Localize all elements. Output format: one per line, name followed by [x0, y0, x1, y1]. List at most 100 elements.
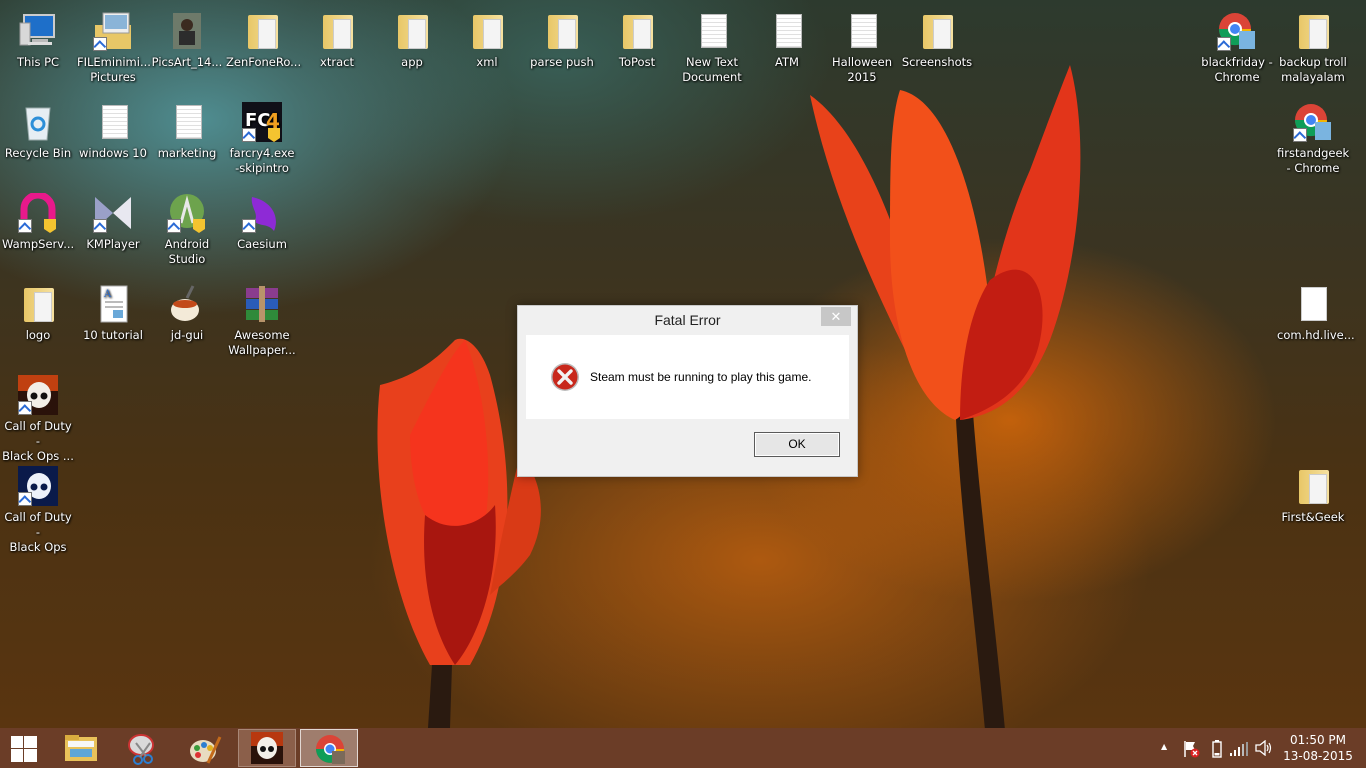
desktop-icon-call-of-duty-black-ops[interactable]: Call of Duty - Black Ops — [0, 460, 76, 555]
desktop-icon-label: Caesium — [237, 237, 287, 251]
desktop-icon-zenfonero[interactable]: ZenFoneRo... — [224, 5, 302, 70]
battery-button[interactable] — [1206, 728, 1228, 768]
desktop-icon-label: KMPlayer — [86, 237, 140, 251]
volume-button[interactable] — [1252, 728, 1276, 768]
desktop-icon-label: xml — [476, 55, 498, 69]
doc-icon: A — [93, 284, 133, 324]
chrome-icon — [316, 735, 345, 764]
shortcut-arrow-icon — [93, 37, 107, 51]
desktop-icon-this-pc[interactable]: This PC — [0, 5, 76, 70]
cod-red-icon — [18, 375, 58, 415]
desktop[interactable]: This PC FILEminimi... Pictures PicsArt_14.… — [0, 0, 1366, 728]
desktop-icon-topost[interactable]: ToPost — [599, 5, 675, 70]
android-icon — [167, 193, 207, 233]
desktop-icon-new-text-document[interactable]: New Text Document — [674, 5, 750, 85]
ok-button[interactable]: OK — [754, 432, 840, 457]
desktop-icon-picsart-14[interactable]: PicsArt_14... — [149, 5, 225, 70]
desktop-icon-label: New Text Document — [682, 55, 742, 84]
java-icon — [167, 284, 207, 324]
error-icon — [551, 363, 579, 391]
desktop-icon-farcry4-exe-skipintro[interactable]: FC 4 farcry4.exe -skipintro — [224, 96, 300, 176]
signal-icon — [1230, 742, 1248, 756]
desktop-icon-wampserv[interactable]: WampServ... — [0, 187, 76, 252]
desktop-icon-label: Screenshots — [901, 55, 973, 69]
desktop-icon-label: marketing — [157, 146, 217, 160]
folder-icon — [392, 11, 432, 51]
rar-icon — [242, 284, 282, 324]
desktop-icon-xtract[interactable]: xtract — [299, 5, 375, 70]
desktop-icon-recycle-bin[interactable]: Recycle Bin — [0, 96, 76, 161]
desktop-icon-label: parse push — [530, 55, 594, 69]
desktop-icon-label: firstandgeek - Chrome — [1277, 146, 1350, 175]
desktop-icon-app[interactable]: app — [374, 5, 450, 70]
clock-time: 01:50 PM — [1290, 733, 1346, 747]
desktop-icon-awesome-wallpaper[interactable]: Awesome Wallpaper... — [224, 278, 300, 358]
shortcut-arrow-icon — [167, 219, 181, 233]
network-button[interactable] — [1228, 728, 1250, 768]
desktop-icon-fileminimi-pictures[interactable]: FILEminimi... Pictures — [75, 5, 151, 85]
folder-icon — [1293, 466, 1333, 506]
desktop-icon-caesium[interactable]: Caesium — [224, 187, 300, 252]
caesium-icon — [242, 193, 282, 233]
desktop-icon-label: ATM — [775, 55, 799, 69]
show-hidden-icons-button[interactable]: ▲ — [1158, 728, 1172, 768]
desktop-icon-10-tutorial[interactable]: A 10 tutorial — [75, 278, 151, 343]
desktop-icon-halloween-2015[interactable]: Halloween 2015 — [824, 5, 900, 85]
snipping-tool-icon — [128, 734, 154, 765]
desktop-icon-logo[interactable]: logo — [0, 278, 76, 343]
chrome-icon — [1217, 11, 1257, 51]
desktop-icon-firstandgeek-chrome[interactable]: firstandgeek - Chrome — [1275, 96, 1351, 176]
desktop-icon-label: ZenFoneRo... — [226, 55, 302, 69]
folder-icon — [917, 11, 957, 51]
desktop-icon-label: ToPost — [618, 55, 656, 69]
desktop-icon-label: PicsArt_14... — [151, 55, 223, 69]
folder-icon — [242, 11, 282, 51]
desktop-icon-atm[interactable]: ATM — [749, 5, 825, 70]
desktop-icon-xml[interactable]: xml — [449, 5, 525, 70]
taskbar-snipping-tool[interactable] — [114, 729, 172, 767]
taskbar-paint[interactable] — [176, 729, 234, 767]
desktop-icon-blackfriday-chrome[interactable]: blackfriday - Chrome — [1199, 5, 1275, 85]
desktop-icon-label: Awesome Wallpaper... — [228, 328, 296, 357]
desktop-icon-label: windows 10 — [79, 146, 147, 160]
desktop-icon-com-hd-live[interactable]: com.hd.live... — [1275, 278, 1355, 343]
desktop-icon-label: WampServ... — [2, 237, 75, 251]
desktop-icon-label: jd-gui — [170, 328, 204, 342]
dialog-message: Steam must be running to play this game. — [590, 370, 812, 384]
desktop-icon-jd-gui[interactable]: jd-gui — [149, 278, 225, 343]
desktop-icon-backup-troll-malayalam[interactable]: backup troll malayalam — [1275, 5, 1351, 85]
desktop-icon-label: Call of Duty - Black Ops — [4, 510, 72, 554]
desktop-icon-android-studio[interactable]: Android Studio — [149, 187, 225, 267]
desktop-icon-parse-push[interactable]: parse push — [524, 5, 600, 70]
clock[interactable]: 01:50 PM 13-08-2015 — [1278, 732, 1358, 764]
taskbar: ▲ 01:50 PM 13-08-2015 — [0, 728, 1366, 768]
shortcut-arrow-icon — [242, 219, 256, 233]
dialog-title: Fatal Error — [654, 312, 721, 328]
desktop-icon-kmplayer[interactable]: KMPlayer — [75, 187, 151, 252]
desktop-icon-label: FILEminimi... Pictures — [77, 55, 151, 84]
desktop-icon-label: farcry4.exe -skipintro — [229, 146, 295, 175]
folder-icon — [18, 284, 58, 324]
farcry-icon: FC 4 — [242, 102, 282, 142]
close-button[interactable]: ✕ — [821, 307, 851, 326]
taskbar-call-of-duty[interactable] — [238, 729, 296, 767]
recycle-icon — [18, 102, 58, 142]
shortcut-arrow-icon — [18, 492, 32, 506]
paint-icon — [190, 736, 222, 764]
photo-icon — [167, 11, 207, 51]
fatal-error-dialog: Fatal Error ✕ Steam must be running to p… — [517, 305, 858, 477]
desktop-icon-call-of-duty-black-ops[interactable]: Call of Duty - Black Ops ... — [0, 369, 76, 464]
taskbar-file-explorer[interactable] — [52, 729, 110, 767]
desktop-icon-label: Android Studio — [164, 237, 210, 266]
desktop-icon-marketing[interactable]: marketing — [149, 96, 225, 161]
desktop-icon-label: 10 tutorial — [83, 328, 143, 342]
desktop-icon-screenshots[interactable]: Screenshots — [899, 5, 975, 70]
action-center-button[interactable] — [1180, 728, 1202, 768]
taskbar-google-chrome[interactable] — [300, 729, 358, 767]
desktop-icon-first-geek[interactable]: First&Geek — [1275, 460, 1351, 525]
desktop-icon-label: This PC — [16, 55, 60, 69]
desktop-icon-windows-10[interactable]: windows 10 — [75, 96, 151, 161]
close-icon: ✕ — [830, 309, 842, 324]
start-button[interactable] — [0, 729, 48, 767]
shortcut-arrow-icon — [1217, 37, 1231, 51]
